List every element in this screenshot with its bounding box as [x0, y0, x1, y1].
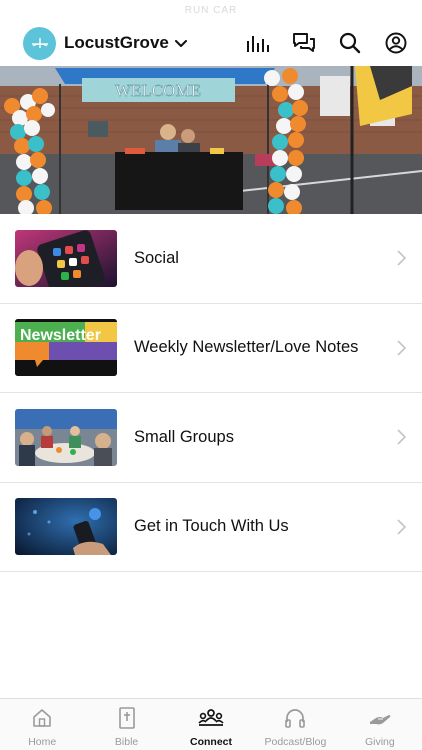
media-bars-icon[interactable] — [246, 31, 270, 55]
tab-giving[interactable]: Giving — [338, 699, 422, 750]
search-icon[interactable] — [338, 31, 362, 55]
app-header: LocustGrove — [0, 22, 422, 64]
contact-phone-thumb — [15, 498, 117, 556]
tab-bible[interactable]: Bible — [84, 699, 168, 750]
tab-label: Giving — [364, 736, 395, 748]
tab-home[interactable]: Home — [0, 699, 84, 750]
menu-item-label: Social — [134, 248, 179, 267]
social-media-phone-thumb — [15, 229, 117, 287]
church-switcher[interactable]: LocustGrove — [23, 26, 187, 60]
account-icon[interactable] — [384, 31, 408, 55]
tab-label: Podcast/Blog — [264, 736, 327, 748]
chevron-down-icon — [174, 40, 187, 47]
chevron-right-icon — [397, 519, 406, 535]
chevron-right-icon — [397, 340, 406, 356]
bible-icon — [118, 706, 136, 730]
menu-item-label: Small Groups — [134, 427, 234, 446]
menu-item-small-groups[interactable]: Small Groups — [0, 393, 422, 483]
tab-label: Bible — [114, 736, 139, 748]
newsletter-thumb-text: Newsletter — [20, 327, 101, 345]
menu-item-social[interactable]: Social — [0, 214, 422, 304]
connect-menu-list: Social Newsletter Weekly Newsletter/Love… — [0, 214, 422, 572]
app-name: LocustGrove — [64, 33, 169, 52]
hero-banner-text: WELCOME — [115, 81, 201, 100]
menu-item-newsletter[interactable]: Newsletter Weekly Newsletter/Love Notes — [0, 304, 422, 393]
chevron-right-icon — [397, 250, 406, 266]
status-text: RUN CAR — [184, 5, 238, 16]
tab-label: Home — [28, 736, 57, 748]
giving-hand-icon — [368, 706, 392, 730]
menu-item-get-in-touch[interactable]: Get in Touch With Us — [0, 483, 422, 572]
status-bar: RUN CAR — [0, 0, 422, 22]
chat-icon[interactable] — [292, 31, 316, 55]
menu-item-label: Weekly Newsletter/Love Notes — [134, 338, 359, 357]
menu-item-label: Get in Touch With Us — [134, 517, 289, 536]
chevron-right-icon — [397, 429, 406, 445]
connect-people-icon — [198, 706, 224, 730]
home-icon — [32, 706, 52, 730]
tab-podcast-blog[interactable]: Podcast/Blog — [253, 699, 337, 750]
logo-icon — [23, 26, 56, 60]
headphones-icon — [284, 706, 306, 730]
bottom-tab-bar: Home Bible Connect Podcast/Blog Giving — [0, 698, 422, 750]
hero-image: WELCOME — [0, 66, 422, 214]
tab-label: Connect — [190, 736, 233, 748]
tab-connect[interactable]: Connect — [169, 699, 253, 750]
small-groups-thumb — [15, 408, 117, 466]
newsletter-thumb: Newsletter — [15, 319, 117, 377]
